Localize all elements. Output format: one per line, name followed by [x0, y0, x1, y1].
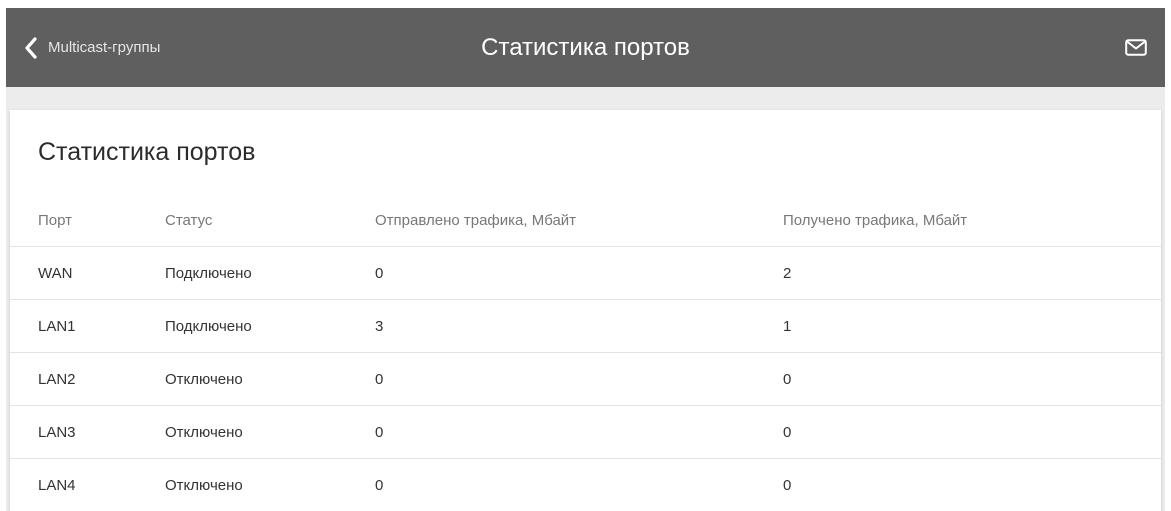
cell-status: Отключено — [165, 352, 375, 406]
table-header-row: Порт Статус Отправлено трафика, Мбайт По… — [10, 194, 1161, 247]
cell-received: 0 — [783, 352, 1161, 406]
column-header-port: Порт — [10, 194, 165, 247]
page-title: Статистика портов — [481, 34, 690, 61]
cell-sent: 0 — [375, 405, 783, 459]
cell-port: LAN2 — [10, 352, 165, 406]
notifications-button[interactable] — [1125, 8, 1147, 87]
cell-port: LAN3 — [10, 405, 165, 459]
cell-port: LAN4 — [10, 458, 165, 511]
cell-sent: 3 — [375, 299, 783, 353]
table-row: WAN Подключено 0 2 — [10, 246, 1161, 300]
cell-sent: 0 — [375, 246, 783, 300]
app-frame: Multicast-группы Статистика портов Стати… — [0, 0, 1171, 511]
cell-sent: 0 — [375, 352, 783, 406]
column-header-received: Получено трафика, Мбайт — [783, 194, 1161, 247]
cell-received: 1 — [783, 299, 1161, 353]
cell-received: 0 — [783, 405, 1161, 459]
cell-port: LAN1 — [10, 299, 165, 353]
column-header-status: Статус — [165, 194, 375, 247]
table-row: LAN3 Отключено 0 0 — [10, 405, 1161, 459]
back-label: Multicast-группы — [48, 39, 161, 56]
back-button[interactable]: Multicast-группы — [24, 8, 160, 87]
card-title: Статистика портов — [38, 138, 256, 166]
table-row: LAN1 Подключено 3 1 — [10, 299, 1161, 353]
port-stats-table: Порт Статус Отправлено трафика, Мбайт По… — [10, 194, 1161, 511]
cell-received: 2 — [783, 246, 1161, 300]
frame-edge-right — [1165, 0, 1171, 511]
cell-sent: 0 — [375, 458, 783, 511]
table-row: LAN2 Отключено 0 0 — [10, 352, 1161, 406]
cell-received: 0 — [783, 458, 1161, 511]
cell-port: WAN — [10, 246, 165, 300]
port-stats-card: Статистика портов Порт Статус Отправлено… — [10, 110, 1161, 511]
cell-status: Подключено — [165, 299, 375, 353]
top-bar: Multicast-группы Статистика портов — [6, 8, 1165, 87]
cell-status: Отключено — [165, 458, 375, 511]
table-row: LAN4 Отключено 0 0 — [10, 458, 1161, 511]
frame-edge-left — [0, 0, 6, 511]
column-header-sent: Отправлено трафика, Мбайт — [375, 194, 783, 247]
envelope-icon — [1125, 39, 1147, 56]
chevron-left-icon — [25, 36, 37, 59]
cell-status: Подключено — [165, 246, 375, 300]
cell-status: Отключено — [165, 405, 375, 459]
